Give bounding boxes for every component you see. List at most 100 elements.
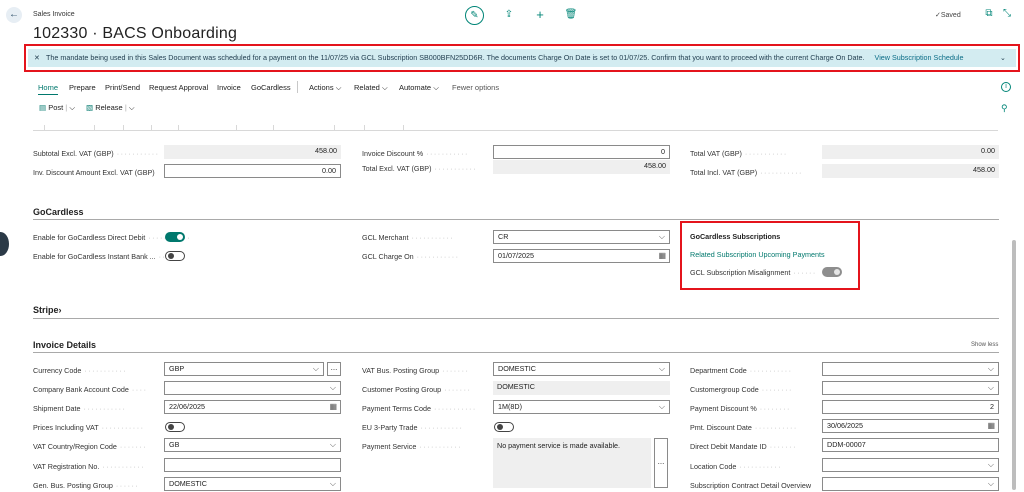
view-subscription-schedule-link[interactable]: View Subscription Schedule	[875, 53, 964, 62]
show-less-link[interactable]: Show less	[971, 342, 998, 348]
chevron-down-icon: ⌵	[335, 83, 342, 92]
eu-3-party-trade-toggle[interactable]	[494, 422, 514, 432]
payment-terms-label: Payment Terms Code ···········	[362, 404, 477, 413]
menu-actions[interactable]: Actions ⌵	[309, 83, 341, 93]
share-icon[interactable]: ⇪	[502, 8, 516, 22]
tab-prepare[interactable]: Prepare	[69, 83, 96, 92]
pmt-discount-date-input[interactable]: 30/06/2025 ▦	[822, 419, 999, 433]
gocardless-subscriptions-title: GoCardless Subscriptions	[690, 232, 781, 241]
total-excl-vat-label: Total Excl. VAT (GBP) ···········	[362, 164, 478, 173]
direct-debit-mandate-input[interactable]: DDM-00007	[822, 438, 999, 452]
gcl-merchant-select[interactable]: CR ⌵	[493, 230, 670, 244]
payment-service-assist-button[interactable]: ...	[654, 438, 668, 488]
tab-gocardless[interactable]: GoCardless	[251, 83, 291, 92]
back-arrow-icon[interactable]: ←	[6, 7, 22, 23]
grid-tick	[334, 125, 335, 131]
total-incl-vat-value: 458.00	[822, 164, 999, 178]
vat-bus-posting-select[interactable]: DOMESTIC ⌵	[493, 362, 670, 376]
chevron-down-icon: ⌵	[128, 103, 135, 112]
customergroup-code-select[interactable]: ⌵	[822, 381, 999, 395]
customergroup-code-label: Customergroup Code ········	[690, 385, 793, 394]
chevron-down-icon: ⌵	[312, 364, 319, 373]
invoice-details-section-title[interactable]: Invoice Details	[33, 340, 96, 350]
total-incl-vat-label: Total Incl. VAT (GBP) ···········	[690, 168, 803, 177]
post-icon: ▤	[39, 103, 47, 112]
invoice-discount-pct-label: Invoice Discount % ···········	[362, 149, 469, 158]
chevron-down-icon: ⌵	[329, 383, 336, 392]
location-code-select[interactable]: ⌵	[822, 458, 999, 472]
company-bank-account-label: Company Bank Account Code ····	[33, 385, 148, 394]
collapse-icon[interactable]: ⤡	[1001, 8, 1013, 20]
release-button[interactable]: ▧ Release | ⌵	[86, 103, 135, 113]
grid-tick	[123, 125, 124, 131]
side-panel-handle[interactable]	[0, 232, 9, 256]
vat-bus-posting-label: VAT Bus. Posting Group ·······	[362, 366, 470, 375]
enable-instant-bank-toggle[interactable]	[165, 251, 185, 261]
section-divider	[33, 219, 999, 220]
chevron-down-icon: ⌵	[658, 232, 665, 241]
shipment-date-input[interactable]: 22/06/2025 ▦	[164, 400, 341, 414]
tab-print-send[interactable]: Print/Send	[105, 83, 140, 92]
currency-code-assist-button[interactable]: ...	[327, 362, 341, 376]
trash-icon[interactable]: 🗑	[564, 8, 578, 22]
vat-country-select[interactable]: GB ⌵	[164, 438, 341, 452]
location-code-label: Location Code ···········	[690, 462, 783, 471]
eu-3-party-trade-label: EU 3-Party Trade ···········	[362, 423, 464, 432]
chevron-down-icon: ⌵	[329, 479, 336, 488]
release-icon: ▧	[86, 103, 94, 112]
inv-discount-amount-input[interactable]: 0.00	[164, 164, 341, 178]
chevron-down-icon[interactable]: ⌄	[1000, 49, 1006, 67]
subtotal-label: Subtotal Excl. VAT (GBP) ···········	[33, 149, 160, 158]
close-icon[interactable]: ✕	[34, 53, 40, 62]
info-icon[interactable]: i	[1001, 82, 1011, 92]
plus-icon[interactable]: +	[533, 8, 547, 22]
calendar-icon[interactable]: ▦	[658, 250, 666, 262]
company-bank-account-select[interactable]: ⌵	[164, 381, 341, 395]
total-excl-vat-value: 458.00	[493, 160, 670, 174]
vat-country-label: VAT Country/Region Code ·······	[33, 442, 148, 451]
grid-tick	[403, 125, 404, 131]
tab-home[interactable]: Home	[38, 83, 59, 95]
invoice-discount-pct-input[interactable]: 0	[493, 145, 670, 159]
gen-bus-posting-select[interactable]: DOMESTIC ⌵	[164, 477, 341, 491]
page-title: 102330 · BACS Onboarding	[33, 25, 238, 42]
pin-icon[interactable]: ⚲	[1001, 103, 1008, 114]
chevron-down-icon: ⌵	[987, 460, 994, 469]
calendar-icon[interactable]: ▦	[987, 420, 995, 432]
related-subscription-payments-link[interactable]: Related Subscription Upcoming Payments	[690, 250, 825, 259]
department-code-label: Department Code ···········	[690, 366, 793, 375]
tab-invoice[interactable]: Invoice	[217, 83, 241, 92]
vat-registration-label: VAT Registration No. ···········	[33, 462, 146, 471]
gcl-misalignment-toggle	[822, 267, 842, 277]
open-new-window-icon[interactable]: ⧉	[983, 8, 995, 20]
chevron-down-icon: ⌵	[987, 383, 994, 392]
vat-registration-input[interactable]	[164, 458, 341, 472]
enable-direct-debit-toggle[interactable]	[165, 232, 185, 242]
edit-pencil-icon[interactable]: ✎	[465, 6, 484, 25]
post-button[interactable]: ▤ Post | ⌵	[39, 103, 75, 113]
gocardless-section-title[interactable]: GoCardless	[33, 207, 84, 217]
calendar-icon[interactable]: ▦	[329, 401, 337, 413]
fewer-options-link[interactable]: Fewer options	[452, 83, 499, 92]
subscription-contract-select[interactable]: ⌵	[822, 477, 999, 491]
grid-tick	[273, 125, 274, 131]
enable-instant-bank-label: Enable for GoCardless Instant Bank ...··…	[33, 252, 169, 261]
banner-message: The mandate being used in this Sales Doc…	[46, 53, 865, 62]
prices-including-vat-toggle[interactable]	[165, 422, 185, 432]
payment-discount-input[interactable]: 2	[822, 400, 999, 414]
menu-related[interactable]: Related ⌵	[354, 83, 388, 93]
currency-code-select[interactable]: GBP ⌵	[164, 362, 324, 376]
tab-request-approval[interactable]: Request Approval	[149, 83, 208, 92]
department-code-select[interactable]: ⌵	[822, 362, 999, 376]
gcl-charge-on-date[interactable]: 01/07/2025 ▦	[493, 249, 670, 263]
menu-automate[interactable]: Automate ⌵	[399, 83, 439, 93]
payment-discount-label: Payment Discount % ········	[690, 404, 791, 413]
chevron-down-icon: ⌵	[987, 364, 994, 373]
stripe-section-title[interactable]: Stripe›	[33, 305, 62, 315]
total-vat-value: 0.00	[822, 145, 999, 159]
chevron-down-icon: ⌵	[381, 83, 388, 92]
payment-terms-select[interactable]: 1M(8D) ⌵	[493, 400, 670, 414]
gcl-misalignment-label: GCL Subscription Misalignment ······	[690, 268, 817, 277]
vertical-scrollbar[interactable]	[1012, 240, 1016, 490]
subtotal-value: 458.00	[164, 145, 341, 159]
